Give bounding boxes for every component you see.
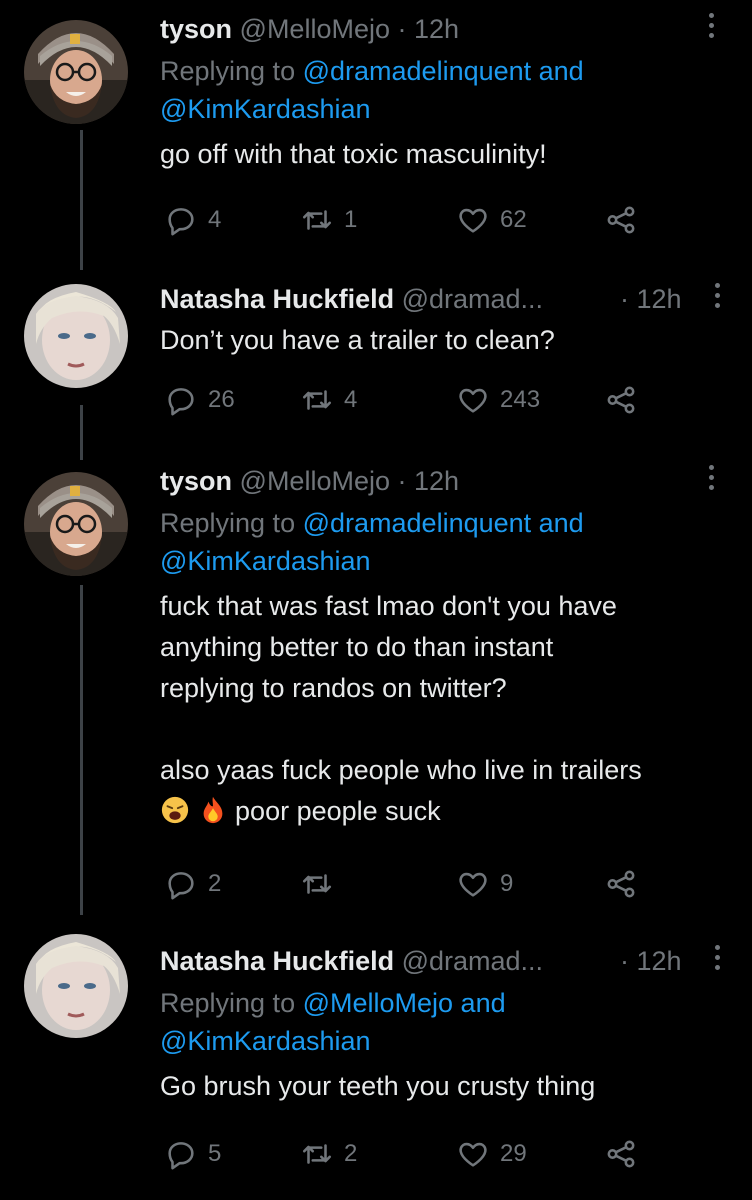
replying-to: Replying to @MelloMejo and @KimKardashia…: [160, 988, 506, 1056]
thread-line: [80, 130, 83, 270]
tweet-text: go off with that toxic masculinity!: [160, 139, 547, 169]
mention-link[interactable]: @KimKardashian: [160, 94, 371, 124]
like-button[interactable]: 9: [456, 864, 513, 904]
timestamp[interactable]: · 12h: [398, 466, 460, 496]
like-count: 243: [500, 386, 541, 413]
mention-link[interactable]: @dramadelinquent and: [303, 56, 584, 86]
share-icon: [607, 386, 635, 414]
tweet[interactable]: Natasha Huckfield @dramad... · 12h Don’t…: [160, 283, 730, 424]
tweet-actions: 4 1 62: [160, 200, 730, 240]
retweet-button[interactable]: 4: [300, 380, 357, 420]
heart-icon: [459, 208, 487, 233]
tweet-header: Natasha Huckfield @dramad... · 12h: [160, 946, 730, 976]
display-name[interactable]: tyson: [160, 466, 232, 496]
avatar[interactable]: [24, 20, 128, 124]
retweet-count: 2: [344, 1140, 358, 1167]
like-button[interactable]: 243: [456, 380, 540, 420]
more-options-icon[interactable]: [712, 278, 722, 313]
timestamp[interactable]: · 12h: [398, 14, 460, 44]
retweet-button[interactable]: 1: [300, 200, 357, 240]
handle[interactable]: @dramad...: [402, 284, 543, 314]
more-options-icon[interactable]: [706, 8, 716, 43]
tweet-actions: 26 4 243: [160, 380, 730, 420]
tweet-header: tyson @MelloMejo · 12h: [160, 14, 730, 44]
reply-count: 2: [208, 870, 222, 897]
mention-link[interactable]: @KimKardashian: [160, 546, 371, 576]
mention-link[interactable]: @MelloMejo and: [303, 988, 506, 1018]
tweet-text: Don’t you have a trailer to clean?: [160, 325, 555, 355]
reply-button[interactable]: 5: [164, 1134, 221, 1174]
tweet-text: fuck that was fast lmao don't you have a…: [160, 586, 730, 832]
thread-line: [80, 585, 83, 915]
retweet-button[interactable]: 2: [300, 1134, 357, 1174]
timestamp[interactable]: · 12h: [620, 946, 682, 976]
fire-emoji: [203, 796, 222, 824]
retweet-icon: [302, 210, 332, 230]
handle[interactable]: @dramad...: [402, 946, 543, 976]
tweet-actions: 5 2 29: [160, 1134, 730, 1174]
more-options-icon[interactable]: [712, 940, 722, 975]
tweet-text-line: poor people suck: [160, 791, 730, 832]
handle[interactable]: @MelloMejo: [240, 14, 390, 44]
mention-link[interactable]: @KimKardashian: [160, 1026, 371, 1056]
like-button[interactable]: 29: [456, 1134, 527, 1174]
share-button[interactable]: [604, 864, 638, 904]
avatar[interactable]: [24, 934, 128, 1038]
heart-icon: [459, 1142, 487, 1167]
weary-face-emoji: [161, 796, 189, 824]
reply-icon: [168, 872, 194, 900]
tweet-header: tyson @MelloMejo · 12h: [160, 466, 730, 496]
share-button[interactable]: [604, 380, 638, 420]
display-name[interactable]: tyson: [160, 14, 232, 44]
like-count: 9: [500, 870, 514, 897]
retweet-icon: [302, 1144, 332, 1164]
replying-to: Replying to @dramadelinquent and @KimKar…: [160, 56, 584, 124]
display-name[interactable]: Natasha Huckfield: [160, 284, 394, 314]
more-options-icon[interactable]: [706, 460, 716, 495]
avatar[interactable]: [24, 472, 128, 576]
share-button[interactable]: [604, 1134, 638, 1174]
reply-icon: [168, 1142, 194, 1170]
tweet-text: Go brush your teeth you crusty thing: [160, 1071, 596, 1101]
retweet-count: 4: [344, 386, 358, 413]
reply-icon: [168, 208, 194, 236]
replying-to: Replying to @dramadelinquent and @KimKar…: [160, 508, 584, 576]
heart-icon: [459, 872, 487, 897]
display-name[interactable]: Natasha Huckfield: [160, 946, 394, 976]
reply-count: 4: [208, 206, 222, 233]
reply-count: 26: [208, 386, 235, 413]
reply-count: 5: [208, 1140, 222, 1167]
handle[interactable]: @MelloMejo: [240, 466, 390, 496]
retweet-count: 1: [344, 206, 358, 233]
reply-button[interactable]: 4: [164, 200, 221, 240]
retweet-button[interactable]: [300, 864, 344, 904]
tweet[interactable]: Natasha Huckfield @dramad... · 12h Reply…: [160, 945, 730, 1176]
mention-link[interactable]: @dramadelinquent and: [303, 508, 584, 538]
avatar[interactable]: [24, 284, 128, 388]
reply-button[interactable]: 26: [164, 380, 235, 420]
reply-icon: [168, 388, 194, 416]
heart-icon: [459, 388, 487, 413]
thread-line: [80, 405, 83, 460]
timestamp[interactable]: · 12h: [620, 284, 682, 314]
like-count: 29: [500, 1140, 527, 1167]
tweet[interactable]: tyson @MelloMejo · 12h Replying to @dram…: [160, 13, 730, 244]
reply-button[interactable]: 2: [164, 864, 221, 904]
share-button[interactable]: [604, 200, 638, 240]
like-count: 62: [500, 206, 527, 233]
tweet-actions: 2 9: [160, 864, 730, 904]
retweet-icon: [302, 874, 332, 894]
share-icon: [607, 206, 635, 234]
tweet[interactable]: tyson @MelloMejo · 12h Replying to @dram…: [160, 465, 730, 900]
tweet-header: Natasha Huckfield @dramad... · 12h: [160, 284, 730, 314]
like-button[interactable]: 62: [456, 200, 527, 240]
retweet-icon: [302, 390, 332, 410]
share-icon: [607, 870, 635, 898]
share-icon: [607, 1140, 635, 1168]
